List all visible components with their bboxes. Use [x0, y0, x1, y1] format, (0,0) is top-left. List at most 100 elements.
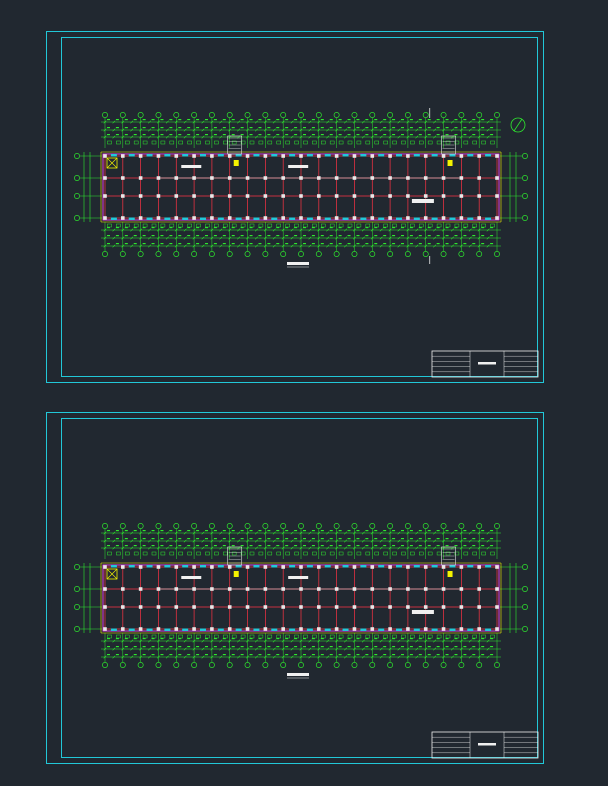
structural-column [245, 605, 250, 609]
dimension-text [338, 243, 342, 245]
structural-column [192, 605, 196, 609]
dimension-text [187, 646, 191, 648]
dimension-text [196, 243, 200, 245]
dimension-text [329, 235, 333, 237]
dimension-text [383, 646, 387, 648]
structural-column [192, 565, 196, 569]
window-opening [200, 154, 206, 157]
dimension-text [169, 646, 173, 648]
dimension-text [445, 538, 449, 540]
dimension-text [365, 654, 369, 656]
dimension-text [454, 134, 458, 136]
dimension-text [418, 119, 422, 121]
dimension-text [356, 243, 360, 245]
dimension-text [240, 235, 244, 237]
structural-column [334, 216, 339, 220]
structural-column [388, 627, 392, 631]
window-opening [217, 217, 224, 220]
window-opening [146, 565, 153, 568]
structural-column [103, 605, 107, 609]
structural-column [156, 565, 161, 569]
structural-column [477, 605, 481, 609]
structural-column [406, 565, 410, 569]
dimension-text [205, 134, 208, 136]
dimension-text [276, 235, 280, 237]
structural-column [227, 605, 232, 609]
dimension-text [365, 119, 369, 121]
structural-column [299, 627, 303, 631]
dimension-text [142, 530, 146, 532]
dimension-text [294, 530, 298, 532]
dimension-text [258, 243, 262, 245]
dimension-text [454, 243, 458, 245]
structural-column [423, 627, 428, 631]
dimension-text [347, 134, 351, 136]
dimension-text [374, 654, 378, 656]
structural-column [388, 154, 392, 158]
dimension-text [258, 530, 262, 532]
stair-yellow-mark [233, 160, 239, 166]
dimension-text [427, 646, 431, 648]
window-opening [217, 154, 224, 157]
dimension-text [329, 545, 333, 547]
window-opening [413, 154, 420, 157]
structural-column [103, 176, 107, 180]
window-opening [306, 628, 313, 631]
structural-column [227, 216, 232, 220]
dimension-text [222, 646, 226, 648]
dimension-text [222, 235, 226, 237]
dimension-text [436, 243, 440, 245]
dimension-text [294, 134, 298, 136]
dimension-text [222, 243, 226, 245]
dimension-text [142, 243, 146, 245]
structural-column [477, 587, 481, 591]
dimension-text [160, 538, 164, 540]
structural-column [138, 605, 143, 609]
dimension-text [196, 646, 200, 648]
dimension-text [401, 530, 404, 532]
dimension-text [329, 127, 333, 129]
window-opening [146, 217, 153, 220]
dimension-text [303, 119, 306, 121]
room-label [288, 165, 309, 168]
structural-column [103, 154, 107, 158]
dimension-text [160, 243, 164, 245]
dimension-text [427, 119, 431, 121]
dimension-text [472, 134, 476, 136]
window-opening [200, 628, 206, 631]
window-opening [110, 154, 117, 157]
dimension-text [178, 127, 182, 129]
dimension-text [107, 530, 110, 532]
dimension-text [294, 243, 298, 245]
window-opening [271, 565, 278, 568]
dimension-text [249, 235, 253, 237]
structural-column [281, 216, 285, 220]
dimension-text [285, 127, 289, 129]
window-opening [449, 217, 456, 220]
structural-column [459, 627, 464, 631]
dimension-text [133, 235, 137, 237]
dimension-text [427, 545, 431, 547]
dimension-text [347, 646, 351, 648]
window-opening [431, 217, 438, 220]
dimension-text [329, 243, 333, 245]
dimension-text [276, 243, 280, 245]
dimension-text [178, 119, 182, 121]
dimension-text [329, 654, 333, 656]
dimension-text [240, 119, 244, 121]
structural-column [281, 194, 285, 198]
dimension-text [383, 538, 387, 540]
structural-column [227, 565, 232, 569]
dimension-text [196, 654, 200, 656]
window-opening [253, 154, 260, 157]
dimension-text [409, 545, 413, 547]
structural-column [121, 605, 125, 609]
dimension-text [311, 530, 315, 532]
dimension-text [490, 545, 494, 547]
dimension-text [454, 545, 458, 547]
window-opening [378, 154, 385, 157]
structural-column [334, 194, 339, 198]
dimension-text [338, 235, 342, 237]
structural-column [103, 587, 107, 591]
structural-column [156, 216, 161, 220]
